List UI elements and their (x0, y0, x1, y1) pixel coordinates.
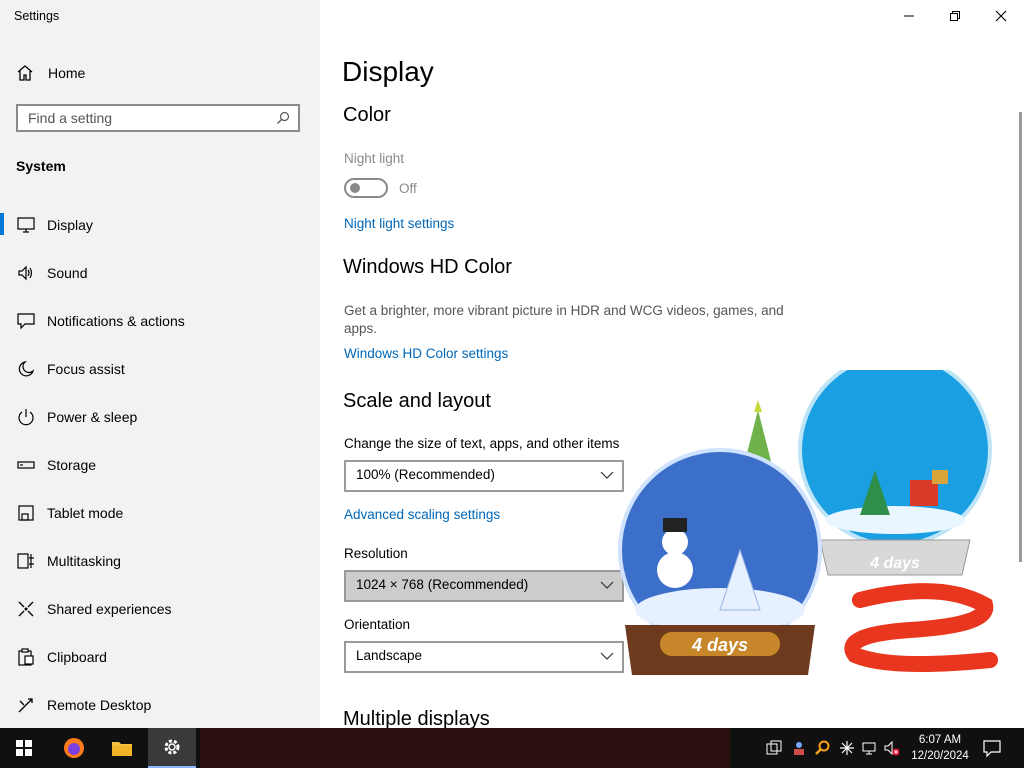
power-icon (18, 409, 34, 426)
sparkle-icon[interactable] (839, 740, 855, 756)
clock-time: 6:07 AM (918, 734, 962, 746)
sidebar-item-sound[interactable]: Sound (0, 249, 320, 297)
hd-color-settings-link[interactable]: Windows HD Color settings (344, 346, 508, 361)
resolution-label: Resolution (344, 546, 408, 561)
sidebar-item-label: Shared experiences (47, 601, 172, 617)
hd-color-description: Get a brighter, more vibrant picture in … (344, 303, 784, 336)
night-light-label: Night light (344, 151, 405, 166)
people-icon[interactable] (791, 740, 807, 756)
clock-date: 12/20/2024 (911, 750, 969, 762)
gear-icon (164, 739, 180, 755)
sidebar-item-label: Clipboard (47, 649, 107, 665)
home-icon (17, 65, 33, 81)
sidebar-item-storage[interactable]: Storage (0, 441, 320, 489)
toggle-knob (350, 183, 360, 193)
sidebar-nav: Display Sound Notifications & actions Fo… (0, 201, 320, 729)
orientation-label: Orientation (344, 617, 411, 632)
sidebar-item-label: Multitasking (47, 553, 121, 569)
start-button[interactable] (0, 728, 48, 768)
page-title: Display (342, 56, 434, 87)
taskbar: 6:07 AM 12/20/2024 (0, 728, 1024, 768)
volume-muted-icon[interactable] (884, 740, 900, 756)
section-label-system: System (16, 158, 66, 174)
sidebar-item-tablet-mode[interactable]: Tablet mode (0, 489, 320, 537)
shared-icon (18, 601, 34, 617)
orientation-value: Landscape (356, 648, 423, 663)
sidebar: Settings Home System Display Sound Notif… (0, 0, 320, 728)
network-icon[interactable] (862, 740, 878, 756)
sidebar-item-label: Tablet mode (47, 505, 124, 521)
scale-dropdown[interactable]: 100% (Recommended) (344, 460, 624, 492)
tablet-icon (18, 505, 34, 521)
orientation-dropdown[interactable]: Landscape (344, 641, 624, 673)
sidebar-item-label: Remote Desktop (47, 697, 152, 713)
home-nav-item[interactable]: Home (16, 62, 85, 84)
action-center-icon[interactable] (982, 738, 1002, 758)
sidebar-item-multitasking[interactable]: Multitasking (0, 537, 320, 585)
sidebar-item-label: Focus assist (47, 361, 125, 377)
clipboard-icon (18, 648, 34, 666)
advanced-scaling-link[interactable]: Advanced scaling settings (344, 507, 500, 522)
snow-globe-decoration: 4 days 4 days (618, 370, 998, 675)
sidebar-item-shared-experiences[interactable]: Shared experiences (0, 585, 320, 633)
folder-icon (112, 742, 132, 756)
night-light-settings-link[interactable]: Night light settings (344, 216, 454, 231)
globe-left-label: 4 days (691, 635, 748, 655)
sidebar-item-label: Storage (47, 457, 97, 473)
remote-desktop-icon (18, 698, 33, 713)
monitor-icon (17, 217, 35, 233)
windows-start-icon (16, 740, 32, 756)
search-input[interactable] (28, 109, 268, 127)
sidebar-item-label: Display (47, 217, 93, 233)
taskbar-firefox[interactable] (50, 728, 98, 768)
search-box[interactable] (16, 104, 300, 132)
resolution-value: 1024 × 768 (Recommended) (356, 577, 529, 592)
night-light-state: Off (399, 181, 417, 196)
sidebar-item-clipboard[interactable]: Clipboard (0, 633, 320, 681)
search-icon[interactable] (276, 111, 290, 125)
sidebar-item-remote-desktop[interactable]: Remote Desktop (0, 681, 320, 729)
sidebar-item-power-sleep[interactable]: Power & sleep (0, 393, 320, 441)
sidebar-item-label: Sound (47, 265, 88, 281)
multitasking-icon (17, 553, 34, 569)
scale-layout-heading: Scale and layout (343, 390, 491, 412)
taskbar-wallpaper (200, 728, 730, 768)
scale-value: 100% (Recommended) (356, 467, 495, 482)
sidebar-item-focus-assist[interactable]: Focus assist (0, 345, 320, 393)
storage-icon (17, 461, 35, 469)
sidebar-item-display[interactable]: Display (0, 201, 320, 249)
taskbar-settings[interactable] (148, 728, 196, 768)
task-view-icon[interactable] (766, 740, 782, 756)
globe-right-label: 4 days (869, 555, 920, 572)
sidebar-item-notifications[interactable]: Notifications & actions (0, 297, 320, 345)
sidebar-item-label: Notifications & actions (47, 313, 185, 329)
app-title: Settings (14, 9, 60, 23)
resolution-dropdown[interactable]: 1024 × 768 (Recommended) (344, 570, 624, 602)
home-label: Home (48, 65, 86, 81)
color-heading: Color (343, 104, 391, 126)
notification-icon (17, 313, 35, 330)
firefox-icon (64, 738, 84, 758)
system-clock[interactable]: 6:07 AM 12/20/2024 (906, 732, 974, 764)
sidebar-item-label: Power & sleep (47, 409, 138, 425)
search-tray-icon[interactable] (815, 740, 831, 756)
moon-icon (18, 360, 35, 377)
taskbar-file-explorer[interactable] (98, 728, 146, 768)
hd-color-heading: Windows HD Color (343, 256, 512, 278)
speaker-icon (18, 265, 33, 281)
night-light-toggle[interactable] (344, 178, 388, 198)
scale-label: Change the size of text, apps, and other… (344, 436, 620, 451)
